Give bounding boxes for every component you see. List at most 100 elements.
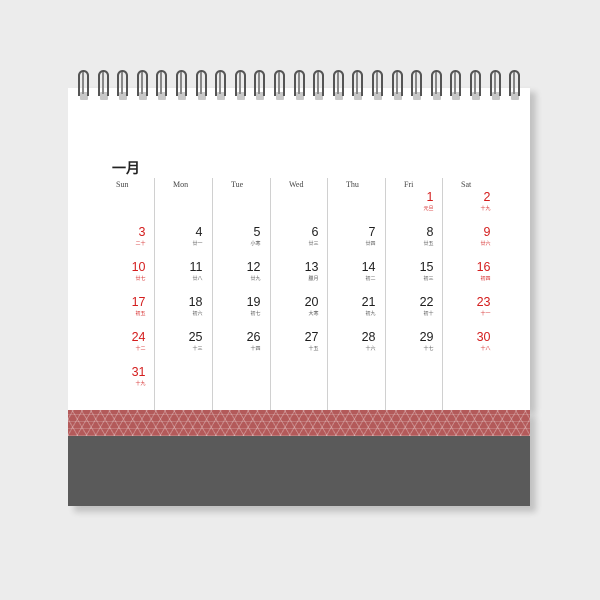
day-cell: 15 初三	[394, 260, 434, 283]
lunar-date-label: 十二	[135, 346, 146, 352]
day-cell: 27 十五	[279, 330, 319, 353]
ring-wire	[454, 72, 457, 94]
day-number: 10	[131, 260, 146, 274]
day-number: 12	[246, 260, 261, 274]
lunar-date-label: 十九	[480, 206, 491, 212]
lunar-date-label: 廿七	[135, 276, 146, 282]
ring-wire	[238, 72, 241, 94]
lunar-date-label: 廿九	[250, 276, 261, 282]
weekday-header: Wed	[289, 180, 304, 189]
column-divider	[269, 178, 271, 410]
month-title: 一月	[112, 161, 140, 177]
lunar-date-label: 初二	[365, 276, 376, 282]
day-number: 16	[476, 260, 491, 274]
weekday-header: Sun	[116, 180, 129, 189]
day-number: 1	[426, 190, 434, 204]
lunar-date-label: 十六	[365, 346, 376, 352]
decorative-pattern-band	[68, 410, 530, 436]
lunar-date-label: 初十	[423, 311, 434, 317]
lunar-date-label: 大寒	[308, 311, 319, 317]
lunar-date-label: 廿四	[365, 241, 376, 247]
ring-wire	[493, 72, 496, 94]
day-number: 5	[253, 225, 261, 239]
binding-ring	[489, 70, 502, 104]
day-cell: 28 十六	[336, 330, 376, 353]
binding-ring	[450, 70, 462, 104]
binding-ring	[411, 70, 423, 104]
day-cell: 21 初九	[336, 295, 376, 318]
day-cell: 18 初六	[163, 295, 203, 318]
ring-wire	[513, 72, 516, 94]
lunar-date-label: 小寒	[250, 241, 261, 247]
lunar-date-label: 十一	[480, 311, 491, 317]
binding-ring	[509, 70, 521, 104]
weekday-header: Fri	[404, 180, 414, 189]
ring-wire	[415, 72, 418, 94]
ring-wire	[219, 72, 222, 94]
day-cell: 6 廿三	[279, 225, 319, 248]
ring-wire	[336, 72, 339, 94]
column-divider	[326, 178, 328, 410]
day-cell: 1 元旦	[394, 190, 434, 213]
binding-ring	[470, 70, 482, 104]
column-divider	[441, 178, 443, 410]
lunar-date-label: 初六	[192, 311, 203, 317]
lunar-date-label: 十三	[192, 346, 203, 352]
day-cell: 9 廿六	[451, 225, 490, 248]
day-number: 23	[476, 295, 491, 309]
lunar-date-label: 十九	[135, 381, 146, 387]
ring-wire	[82, 72, 84, 94]
lunar-date-label: 十五	[308, 346, 319, 352]
day-cell: 31 十九	[106, 365, 146, 388]
weekday-header: Sat	[461, 180, 472, 189]
day-number: 30	[476, 330, 491, 344]
ring-wire	[160, 72, 163, 94]
binding-ring	[352, 70, 364, 104]
ring-wire	[278, 72, 280, 94]
weekday-header: Thu	[346, 180, 359, 189]
ring-wire	[434, 72, 437, 94]
ring-wire	[395, 72, 398, 94]
day-cell: 16 初四	[451, 260, 491, 283]
binding-ring	[195, 70, 208, 104]
binding-ring	[274, 70, 286, 104]
lunar-date-label: 廿一	[192, 241, 203, 247]
ring-wire	[356, 72, 359, 94]
day-number: 17	[131, 295, 146, 309]
binding-ring	[176, 70, 188, 104]
binding-ring	[117, 70, 129, 104]
day-number: 7	[368, 225, 376, 239]
day-number: 6	[311, 225, 319, 239]
binding-ring	[372, 70, 384, 104]
lunar-date-label: 初三	[423, 276, 434, 282]
binding-ring	[293, 70, 306, 104]
ring-wire	[101, 72, 104, 94]
ring-wire	[297, 72, 300, 94]
ring-wire	[180, 72, 182, 94]
day-cell: 2 十九	[451, 190, 491, 213]
binding-ring	[156, 70, 168, 104]
day-number: 28	[361, 330, 376, 344]
binding-ring	[78, 70, 90, 104]
lunar-date-label: 二十	[135, 241, 146, 247]
weekday-header: Mon	[173, 180, 189, 189]
day-cell: 5 小寒	[221, 225, 261, 248]
binding-ring	[97, 70, 110, 104]
day-cell: 8 廿五	[394, 225, 433, 248]
day-number: 27	[304, 330, 319, 344]
day-cell: 10 廿七	[106, 260, 146, 283]
day-number: 15	[419, 260, 434, 274]
day-cell: 30 十八	[451, 330, 491, 353]
day-number: 18	[188, 295, 203, 309]
ring-wire	[140, 72, 143, 94]
day-number: 29	[419, 330, 434, 344]
day-number: 13	[304, 260, 319, 274]
day-number: 31	[131, 365, 146, 379]
day-cell: 25 十三	[163, 330, 203, 353]
day-cell: 22 初十	[394, 295, 434, 318]
lunar-date-label: 臘月	[308, 276, 319, 282]
day-cell: 26 十四	[221, 330, 261, 353]
binding-ring	[430, 70, 443, 104]
day-cell: 29 十七	[394, 330, 434, 353]
ring-wire	[317, 72, 320, 94]
